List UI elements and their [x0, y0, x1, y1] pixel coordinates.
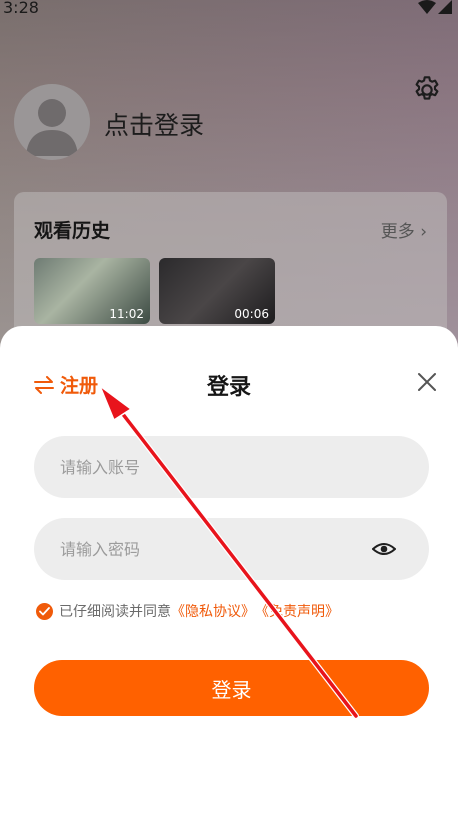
history-thumbnail[interactable]: 11:02 [34, 258, 150, 324]
privacy-policy-link[interactable]: 《隐私协议》 [171, 601, 255, 621]
sheet-title: 登录 [206, 375, 251, 400]
settings-gear-icon[interactable] [411, 74, 443, 106]
history-title: 观看历史 [34, 220, 111, 242]
login-prompt[interactable]: 点击登录 [104, 106, 204, 142]
login-button[interactable]: 登录 [34, 660, 429, 716]
login-sheet: 注册 登录 已仔细阅读并同意 《隐私协议》 《免责声明》 登录 [0, 326, 458, 820]
avatar[interactable] [14, 84, 90, 160]
close-icon[interactable] [416, 371, 438, 393]
status-bar: 3:28 [0, 0, 458, 18]
history-more-label: 更多 [380, 222, 415, 242]
checkmark-icon [39, 606, 50, 615]
video-duration: 00:06 [234, 307, 269, 321]
chevron-right-icon: › [420, 222, 427, 242]
account-input[interactable] [34, 436, 429, 498]
password-input[interactable] [34, 518, 429, 580]
status-time: 3:28 [3, 0, 39, 17]
eye-icon[interactable] [372, 540, 396, 558]
history-more-link[interactable]: 更多 › [381, 217, 427, 242]
wifi-icon [418, 0, 436, 14]
agreement-checkbox[interactable] [36, 602, 53, 620]
signal-icon [438, 0, 452, 14]
status-icons [418, 0, 452, 14]
disclaimer-link[interactable]: 《免责声明》 [255, 601, 339, 621]
history-thumbnail[interactable]: 00:06 [159, 258, 275, 324]
agreement-text: 已仔细阅读并同意 [59, 604, 171, 620]
agreement-row: 已仔细阅读并同意 《隐私协议》 《免责声明》 [36, 601, 339, 621]
user-silhouette-icon [26, 99, 78, 156]
video-duration: 11:02 [109, 307, 144, 321]
